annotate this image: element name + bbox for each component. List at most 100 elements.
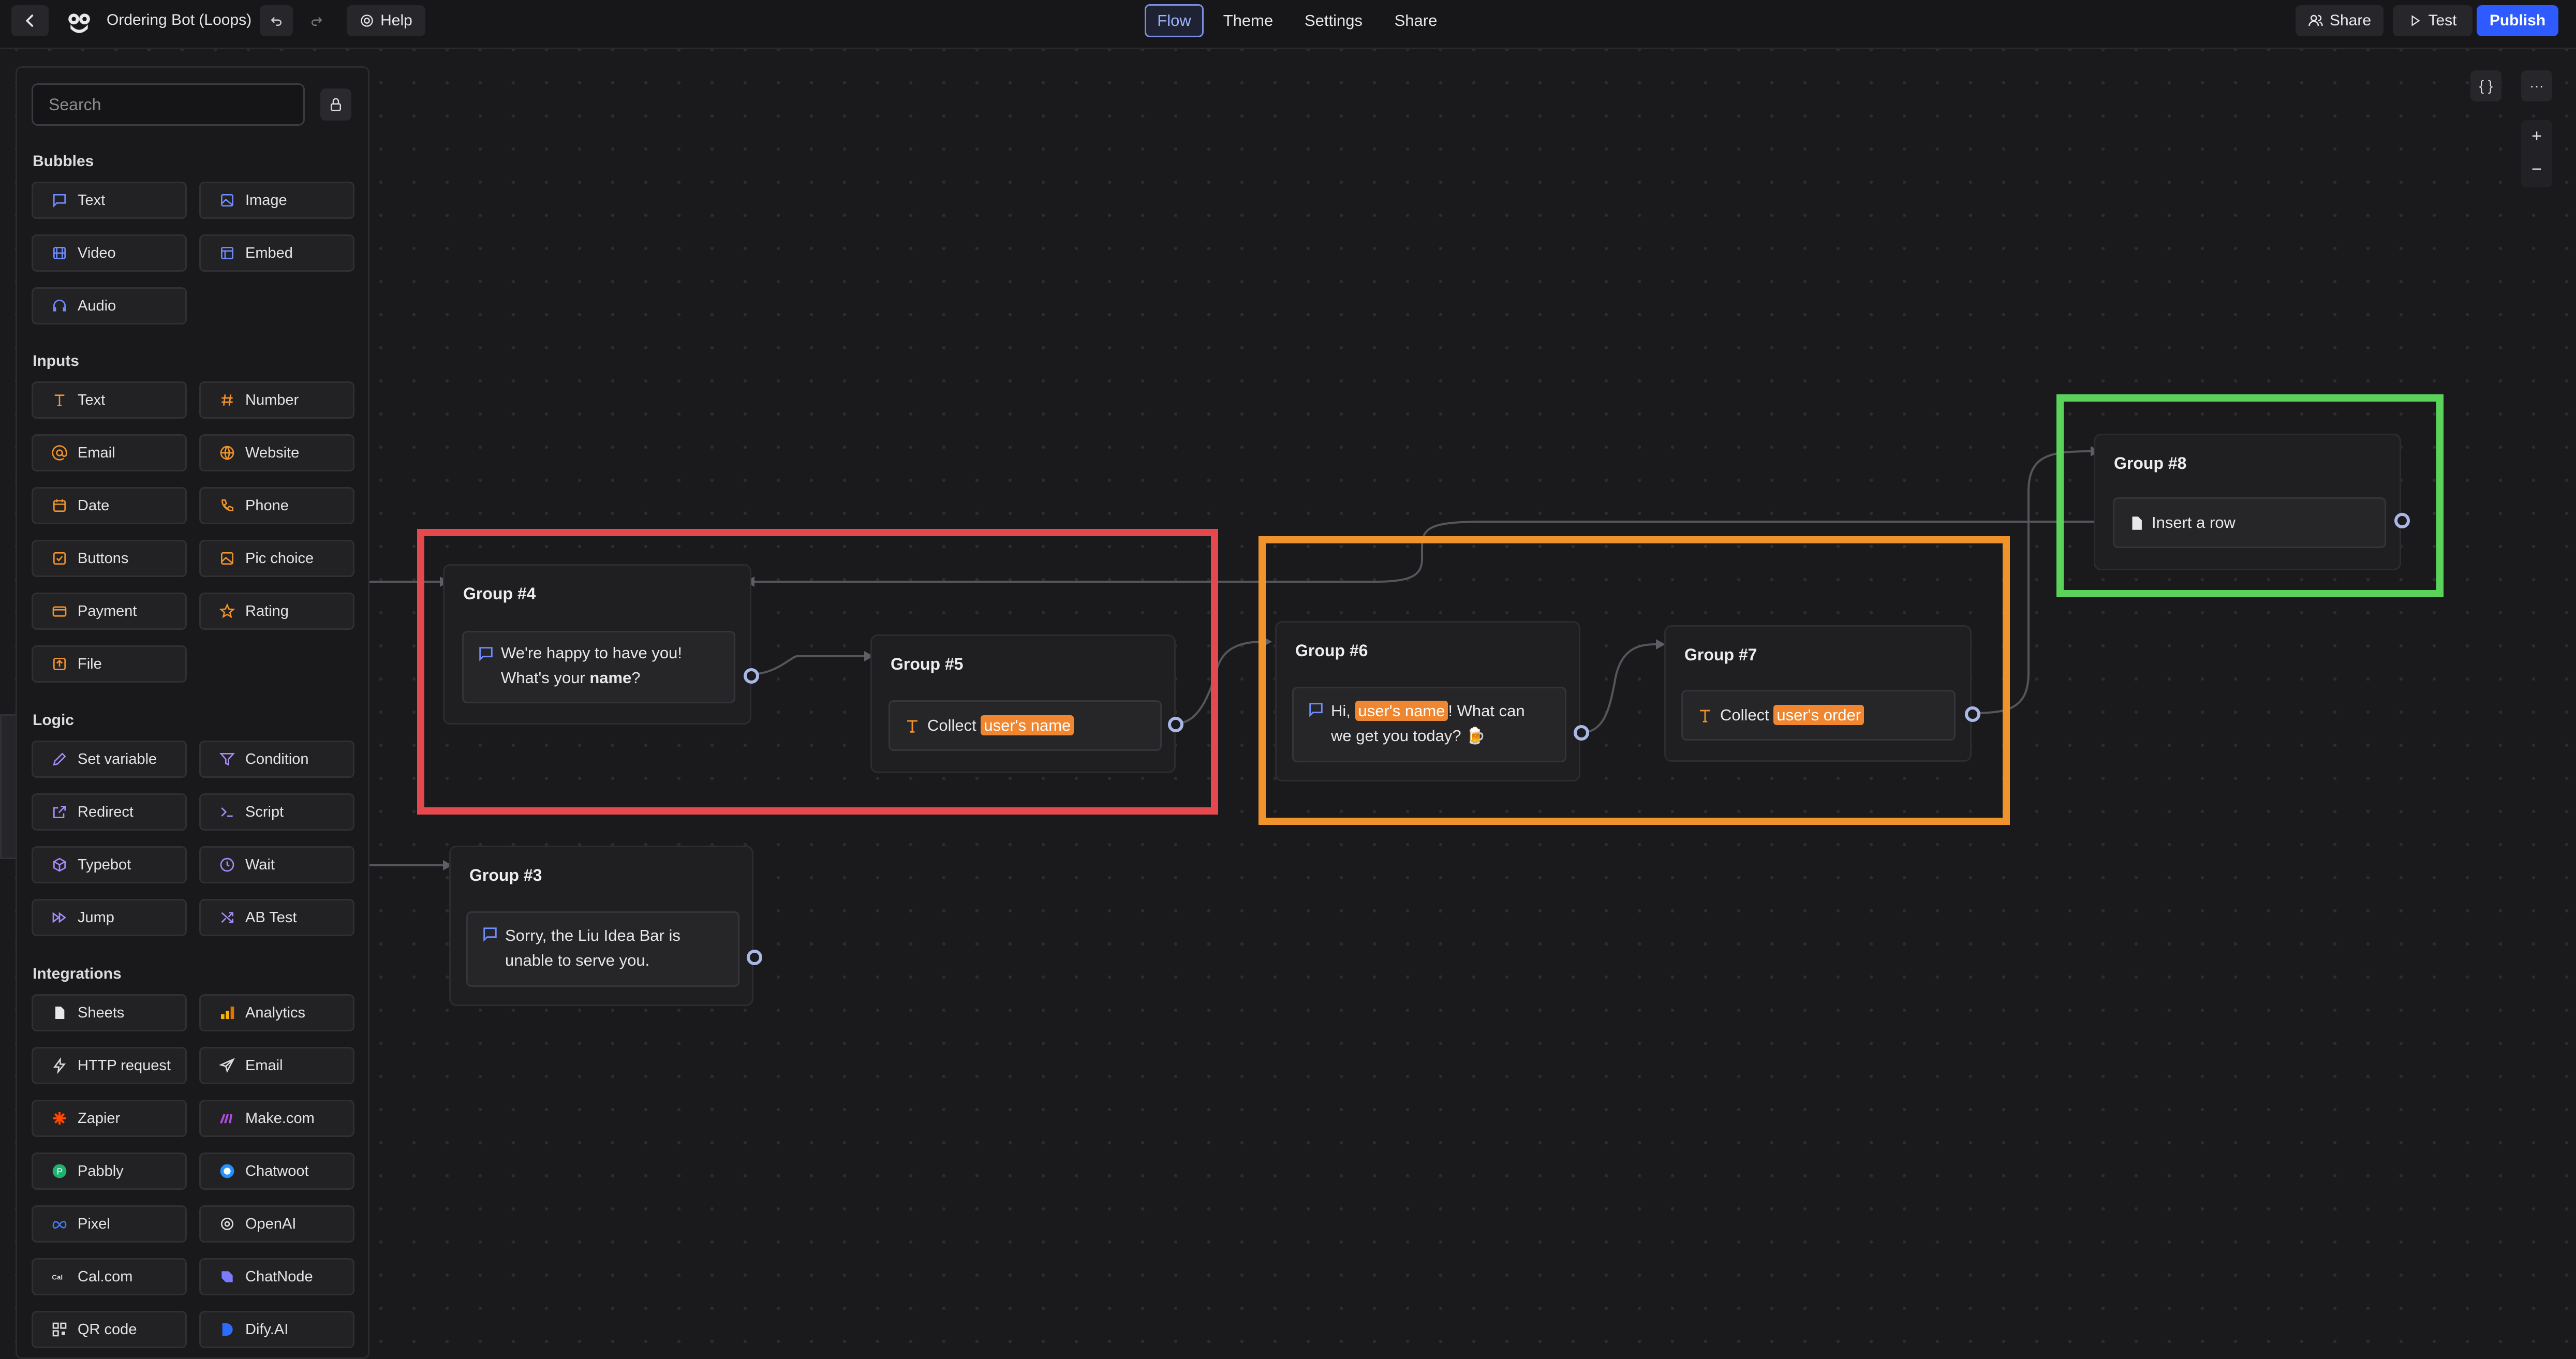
- block-label: OpenAI: [245, 1215, 297, 1232]
- block-audio-bubble[interactable]: Audio: [32, 287, 187, 324]
- block-jump[interactable]: Jump: [32, 899, 187, 936]
- highlight-box-green: [2056, 394, 2444, 597]
- block-phone-input[interactable]: Phone: [199, 487, 354, 524]
- block-calcom[interactable]: Cal Cal.com: [32, 1258, 187, 1295]
- block-text-input[interactable]: Text: [32, 381, 187, 419]
- file-upload-icon: [51, 655, 68, 673]
- dify-icon: [218, 1321, 236, 1338]
- block-label: Typebot: [78, 856, 131, 873]
- highlight-box-orange: [1259, 536, 2010, 825]
- text-bubble-step[interactable]: Sorry, the Liu Idea Bar is unable to ser…: [466, 911, 739, 987]
- block-image-bubble[interactable]: Image: [199, 182, 354, 219]
- block-label: Sheets: [78, 1004, 125, 1021]
- image-icon: [218, 191, 236, 209]
- block-pixel[interactable]: Pixel: [32, 1205, 187, 1243]
- block-pic-choice-input[interactable]: Pic choice: [199, 540, 354, 577]
- block-label: Number: [245, 391, 299, 408]
- calcom-icon: Cal: [51, 1268, 68, 1286]
- block-label: Text: [78, 191, 106, 209]
- video-icon: [51, 244, 68, 262]
- search-input[interactable]: Search: [32, 83, 305, 126]
- block-label: Audio: [78, 297, 116, 314]
- image-icon: [218, 550, 236, 567]
- block-analytics[interactable]: Analytics: [199, 994, 354, 1031]
- block-number-input[interactable]: Number: [199, 381, 354, 419]
- terminal-icon: [218, 803, 236, 821]
- block-label: Pabbly: [78, 1162, 124, 1179]
- phone-icon: [218, 497, 236, 514]
- block-make[interactable]: Make.com: [199, 1100, 354, 1137]
- chat-bubble-icon: [51, 191, 68, 209]
- block-rating-input[interactable]: Rating: [199, 593, 354, 630]
- block-buttons-input[interactable]: Buttons: [32, 540, 187, 577]
- chatnode-icon: [218, 1268, 236, 1286]
- block-label: Rating: [245, 602, 289, 619]
- chat-bubble-icon: [483, 927, 497, 942]
- block-label: Email: [245, 1057, 283, 1074]
- block-set-variable[interactable]: Set variable: [32, 741, 187, 778]
- shuffle-icon: [218, 909, 236, 926]
- block-label: Dify.AI: [245, 1321, 289, 1338]
- at-sign-icon: [51, 444, 68, 462]
- block-text-bubble[interactable]: Text: [32, 182, 187, 219]
- lock-sidebar-button[interactable]: [320, 88, 351, 121]
- fast-forward-icon: [51, 909, 68, 926]
- block-http-request[interactable]: HTTP request: [32, 1047, 187, 1084]
- block-wait[interactable]: Wait: [199, 846, 354, 883]
- svg-text:Cal: Cal: [52, 1273, 63, 1281]
- send-icon: [218, 1057, 236, 1074]
- section-inputs: Inputs: [33, 352, 79, 370]
- hash-icon: [218, 391, 236, 409]
- zapier-icon: [51, 1110, 68, 1127]
- block-date-input[interactable]: Date: [32, 487, 187, 524]
- block-pabbly[interactable]: P Pabbly: [32, 1153, 187, 1190]
- block-label: AB Test: [245, 909, 297, 926]
- block-file-input[interactable]: File: [32, 645, 187, 683]
- chatwoot-icon: [218, 1162, 236, 1180]
- block-ab-test[interactable]: AB Test: [199, 899, 354, 936]
- block-label: Redirect: [78, 803, 134, 820]
- block-website-input[interactable]: Website: [199, 434, 354, 471]
- block-condition[interactable]: Condition: [199, 741, 354, 778]
- block-dify[interactable]: Dify.AI: [199, 1311, 354, 1348]
- openai-icon: [218, 1215, 236, 1233]
- block-label: Phone: [245, 497, 289, 514]
- meta-icon: [51, 1215, 68, 1233]
- block-label: Text: [78, 391, 106, 408]
- block-embed-bubble[interactable]: Embed: [199, 234, 354, 272]
- bubble-text-line2: unable to serve you.: [505, 951, 650, 969]
- checkbox-icon: [51, 550, 68, 567]
- star-icon: [218, 602, 236, 620]
- text-input-icon: [51, 391, 68, 409]
- sheets-icon: [51, 1004, 68, 1022]
- block-chatwoot[interactable]: Chatwoot: [199, 1153, 354, 1190]
- block-redirect[interactable]: Redirect: [32, 793, 187, 831]
- group-title[interactable]: Group #3: [469, 866, 542, 885]
- block-typebot[interactable]: Typebot: [32, 846, 187, 883]
- box-icon: [51, 856, 68, 874]
- block-label: Pic choice: [245, 550, 314, 567]
- block-label: Cal.com: [78, 1268, 133, 1285]
- block-label: Zapier: [78, 1110, 121, 1127]
- block-payment-input[interactable]: Payment: [32, 593, 187, 630]
- group-3[interactable]: Group #3 Sorry, the Liu Idea Bar is unab…: [449, 846, 762, 1006]
- block-openai[interactable]: OpenAI: [199, 1205, 354, 1243]
- block-sheets[interactable]: Sheets: [32, 994, 187, 1031]
- block-label: Jump: [78, 909, 114, 926]
- output-port[interactable]: [747, 950, 762, 965]
- block-label: Embed: [245, 244, 293, 261]
- block-email-input[interactable]: Email: [32, 434, 187, 471]
- qr-code-icon: [51, 1321, 68, 1338]
- external-link-icon: [51, 803, 68, 821]
- block-chatnode[interactable]: ChatNode: [199, 1258, 354, 1295]
- block-label: Script: [245, 803, 284, 820]
- block-zapier[interactable]: Zapier: [32, 1100, 187, 1137]
- lock-icon: [331, 98, 341, 111]
- block-label: Email: [78, 444, 115, 461]
- block-email-integration[interactable]: Email: [199, 1047, 354, 1084]
- block-script[interactable]: Script: [199, 793, 354, 831]
- block-label: Payment: [78, 602, 137, 619]
- block-video-bubble[interactable]: Video: [32, 234, 187, 272]
- block-qr-code[interactable]: QR code: [32, 1311, 187, 1348]
- block-label: Condition: [245, 750, 309, 767]
